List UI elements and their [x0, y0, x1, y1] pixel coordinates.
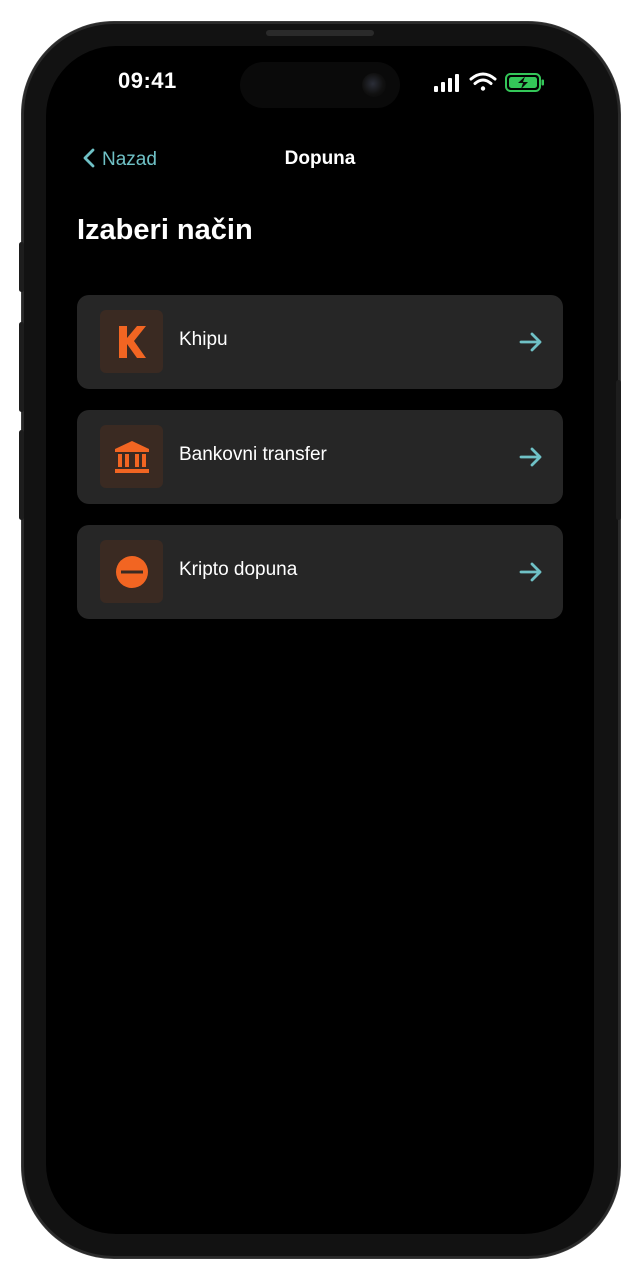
status-icons	[432, 70, 552, 96]
option-label: Kripto dopuna	[179, 559, 298, 580]
volume-up-button	[19, 322, 24, 412]
power-button	[616, 380, 621, 520]
wifi-icon	[469, 72, 497, 91]
nav-title: Dopuna	[284, 148, 356, 169]
battery-charging-icon	[505, 73, 544, 92]
status-time: 09:41	[118, 68, 177, 93]
screen: 09:41 Nazad Dopuna Izaberi način Khipu B…	[46, 46, 594, 1234]
arrow-right-icon	[519, 561, 543, 583]
option-bank-transfer[interactable]: Bankovni transfer	[77, 410, 563, 504]
khipu-logo-icon	[100, 310, 163, 373]
arrow-right-icon	[519, 331, 543, 353]
volume-down-button	[19, 430, 24, 520]
silent-switch	[19, 242, 24, 292]
dynamic-island	[240, 62, 400, 108]
page-title: Izaberi način	[77, 214, 253, 246]
cellular-signal-icon	[434, 74, 459, 92]
arrow-right-icon	[519, 446, 543, 468]
front-camera	[362, 73, 386, 97]
payment-method-list: Khipu Bankovni transfer Kripto dopuna	[77, 295, 563, 640]
speaker-slot	[266, 30, 374, 36]
option-label: Khipu	[179, 329, 228, 350]
bank-icon	[100, 425, 163, 488]
option-crypto-topup[interactable]: Kripto dopuna	[77, 525, 563, 619]
option-label: Bankovni transfer	[179, 444, 327, 465]
crypto-coin-icon	[100, 540, 163, 603]
option-khipu[interactable]: Khipu	[77, 295, 563, 389]
nav-bar: Nazad Dopuna	[46, 142, 594, 178]
